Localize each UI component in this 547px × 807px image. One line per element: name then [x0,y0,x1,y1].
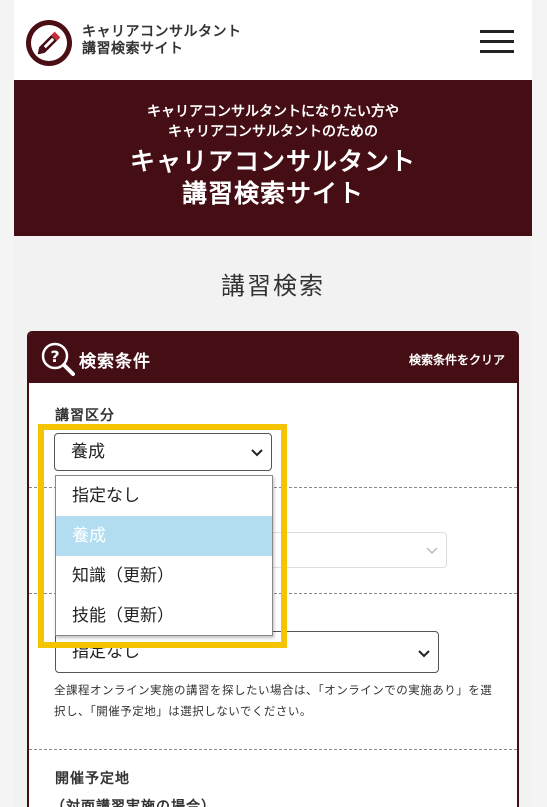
pencil-logo-icon[interactable] [26,20,72,66]
search-panel-header: ? 検索条件 検索条件をクリア [29,333,517,383]
venue-label: 開催予定地 [55,771,130,787]
hero-title-line1: キャリアコンサルタント [129,147,416,176]
hero-title: キャリアコンサルタント 講習検索サイト [14,146,532,210]
search-panel-title: 検索条件 [79,352,151,372]
site-name-line2: 講習検索サイト [82,41,184,57]
search-help-icon: ? [41,342,75,376]
venue-sublabel: （対面講習実施の場合） [51,799,216,807]
divider [29,749,517,750]
page-title: 講習検索 [221,272,325,300]
page: キャリアコンサルタント 講習検索サイト キャリアコンサルタントになりたい方や キ… [14,0,532,807]
hero-subtitle-line1: キャリアコンサルタントになりたい方や [147,104,399,120]
chevron-down-icon [418,650,430,658]
hamburger-menu-icon[interactable] [480,30,514,54]
svg-text:?: ? [50,347,59,366]
hero-subtitle-line2: キャリアコンサルタントのための [168,124,378,140]
hero-title-line2: 講習検索サイト [181,179,364,208]
hero-subtitle: キャリアコンサルタントになりたい方や キャリアコンサルタントのための [14,102,532,142]
online-note: 全課程オンライン実施の講習を探したい場合は、「オンラインでの実施あり」を選択し、… [54,683,493,718]
site-name-line1: キャリアコンサルタント [82,24,242,40]
course-type-label: 講習区分 [55,408,115,424]
site-name[interactable]: キャリアコンサルタント 講習検索サイト [82,24,242,58]
site-header: キャリアコンサルタント 講習検索サイト [14,0,532,80]
hero-banner: キャリアコンサルタントになりたい方や キャリアコンサルタントのための キャリアコ… [14,80,532,236]
chevron-down-icon [426,547,438,555]
clear-conditions-button[interactable]: 検索条件をクリア [409,351,505,368]
highlight-box [38,424,287,648]
